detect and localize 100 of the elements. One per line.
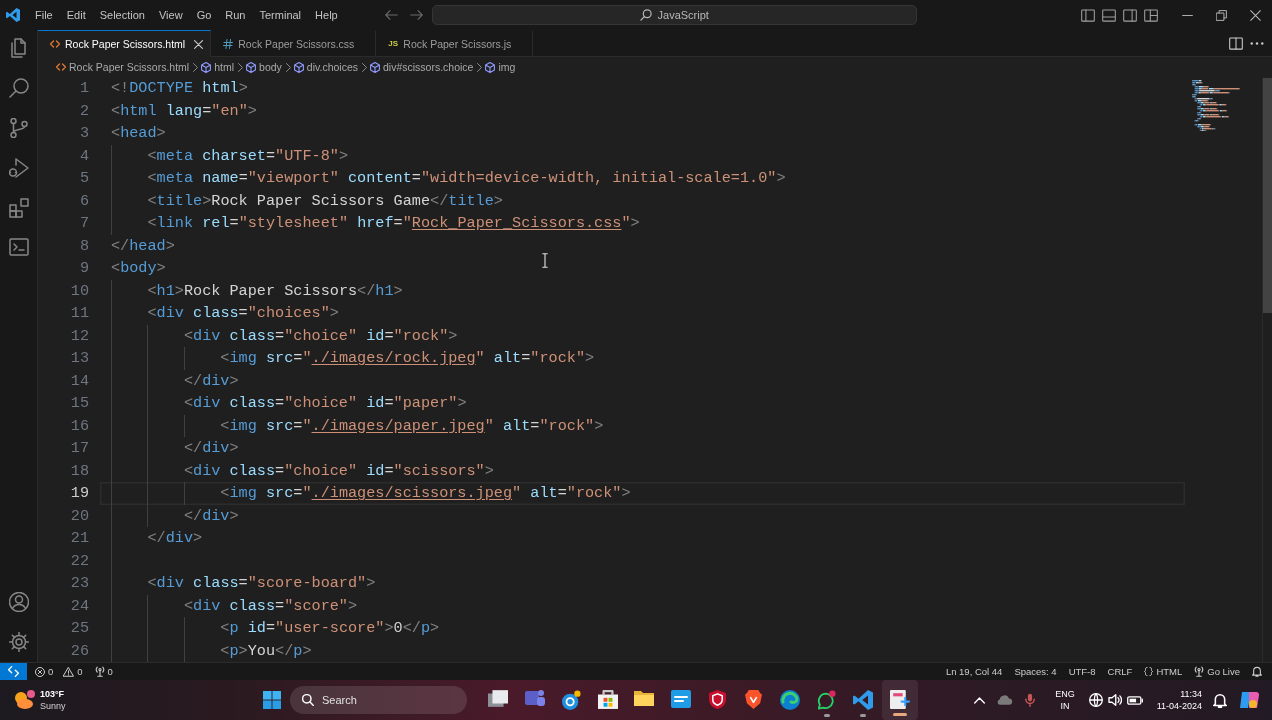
swirl-icon bbox=[780, 690, 801, 710]
command-center[interactable]: JavaScript bbox=[431, 5, 917, 25]
settings-icon[interactable] bbox=[8, 632, 29, 652]
breadcrumb-item[interactable]: img bbox=[485, 61, 516, 73]
menu-item[interactable]: File bbox=[28, 9, 60, 21]
code-line: <div class="choice" id="rock"> bbox=[183, 325, 458, 347]
line-number: 22 bbox=[69, 550, 89, 572]
cube-icon bbox=[201, 61, 212, 73]
breadcrumb-item[interactable]: html bbox=[201, 61, 235, 73]
keyboard-language[interactable]: ENG bbox=[1055, 688, 1075, 700]
ports-item[interactable]: 0 bbox=[88, 663, 119, 680]
account-icon[interactable] bbox=[8, 592, 29, 612]
menu-item[interactable]: Selection bbox=[92, 9, 152, 21]
layout-icon[interactable] bbox=[1144, 8, 1158, 22]
code-line: <meta name="viewport" content="width=device-width, initial-scale=1.0"> bbox=[147, 168, 786, 189]
chevron-right-icon bbox=[238, 62, 244, 72]
windows-stack-icon bbox=[488, 690, 509, 707]
editor-tab[interactable]: JS Rock Paper Scissors.js bbox=[376, 30, 534, 56]
line-number: 20 bbox=[69, 505, 89, 527]
app-logo-icon bbox=[6, 8, 20, 22]
source-control-icon[interactable] bbox=[9, 118, 28, 138]
line-number: 4 bbox=[78, 145, 89, 167]
line-number: 7 bbox=[78, 213, 89, 234]
scrollbar-thumb[interactable] bbox=[1263, 78, 1272, 313]
extensions-icon[interactable] bbox=[8, 198, 29, 218]
code-line: <head> bbox=[111, 123, 166, 144]
globe-icon[interactable] bbox=[1089, 693, 1103, 707]
indentation-setting[interactable]: Spaces: 4 bbox=[1008, 663, 1063, 680]
problems-item[interactable]: 0 0 bbox=[29, 663, 89, 680]
error-icon bbox=[35, 666, 45, 677]
sidebar-left-icon[interactable] bbox=[1081, 8, 1095, 22]
back-arrow-icon[interactable] bbox=[384, 10, 398, 20]
line-number: 3 bbox=[78, 123, 89, 144]
terminal-icon[interactable] bbox=[8, 238, 29, 256]
remote-button[interactable] bbox=[0, 663, 27, 680]
minimize-icon[interactable] bbox=[1181, 13, 1193, 17]
breadcrumb-item[interactable]: div.choices bbox=[293, 61, 358, 73]
assistant-logo-icon[interactable] bbox=[1240, 691, 1260, 709]
language-mode[interactable]: HTML bbox=[1138, 663, 1189, 680]
sidebar-right-icon[interactable] bbox=[1123, 8, 1137, 22]
running-indicator bbox=[823, 714, 830, 717]
more-icon[interactable] bbox=[1250, 41, 1264, 45]
line-number: 1 bbox=[78, 78, 89, 99]
sun-cloud-icon[interactable] bbox=[14, 690, 35, 710]
cursor-position[interactable]: Ln 19, Col 44 bbox=[939, 663, 1009, 680]
bell-icon[interactable] bbox=[1252, 666, 1262, 677]
angle-brackets-icon bbox=[56, 63, 66, 71]
chevron-right-icon bbox=[362, 62, 367, 72]
shield-icon bbox=[708, 690, 726, 709]
speaker-icon[interactable] bbox=[1108, 694, 1122, 706]
indent-guide bbox=[183, 617, 185, 662]
code-line: <p>You</p> bbox=[220, 640, 312, 662]
restore-icon[interactable] bbox=[1215, 9, 1227, 21]
chevron-up-icon[interactable] bbox=[973, 696, 985, 704]
close-icon[interactable] bbox=[1249, 9, 1261, 21]
close-icon[interactable] bbox=[193, 39, 203, 49]
keyboard-region[interactable]: IN bbox=[1060, 700, 1070, 712]
ring-icon bbox=[561, 690, 581, 710]
code-line: <div class="choices"> bbox=[147, 303, 339, 324]
menu-item[interactable]: Help bbox=[308, 9, 345, 21]
line-number: 19 bbox=[69, 483, 89, 504]
go-live-item[interactable]: Go Live bbox=[1188, 663, 1246, 680]
line-number: 26 bbox=[69, 640, 89, 662]
panel-bottom-icon[interactable] bbox=[1102, 8, 1116, 22]
menu-item[interactable]: Terminal bbox=[252, 9, 309, 21]
clock-date[interactable]: 11-04-2024 bbox=[1156, 700, 1202, 712]
cloud-icon[interactable] bbox=[995, 694, 1013, 706]
split-editor-icon[interactable] bbox=[1229, 36, 1243, 50]
encoding-setting[interactable]: UTF-8 bbox=[1062, 663, 1102, 680]
menu-item[interactable]: Edit bbox=[59, 9, 93, 21]
search-icon[interactable] bbox=[8, 78, 29, 98]
menu-item[interactable]: Run bbox=[218, 9, 253, 21]
antenna-icon bbox=[1194, 666, 1205, 677]
code-line: <html lang="en"> bbox=[111, 100, 257, 122]
menu-item[interactable]: View bbox=[151, 9, 190, 21]
chevron-right-icon bbox=[193, 62, 199, 72]
line-number: 14 bbox=[69, 370, 89, 392]
breadcrumb-item[interactable]: Rock Paper Scissors.html bbox=[56, 61, 190, 73]
taskbar-button[interactable] bbox=[881, 680, 918, 720]
microphone-icon[interactable] bbox=[1025, 693, 1035, 707]
breadcrumb-item[interactable]: body bbox=[246, 61, 282, 73]
minimap bbox=[1192, 80, 1241, 132]
forward-arrow-icon[interactable] bbox=[409, 10, 423, 20]
run-debug-icon[interactable] bbox=[8, 158, 29, 178]
code-line: </head> bbox=[111, 235, 175, 257]
menu-item[interactable]: Go bbox=[189, 9, 219, 21]
code-line: <link rel="stylesheet" href="Rock_Paper_Scissors.css"> bbox=[147, 213, 640, 234]
editor-tab[interactable]: Rock Paper Scissors.html bbox=[38, 30, 212, 57]
breadcrumb-item[interactable]: div#scissors.choice bbox=[370, 61, 474, 73]
battery-icon[interactable] bbox=[1127, 695, 1143, 705]
code-line: </div> bbox=[183, 505, 239, 527]
files-icon[interactable] bbox=[10, 38, 27, 58]
text-cursor-icon bbox=[542, 253, 548, 268]
line-ending-setting[interactable]: CRLF bbox=[1101, 663, 1139, 680]
remote-icon bbox=[8, 666, 19, 677]
code-line: <div class="score-board"> bbox=[147, 573, 376, 594]
clock-time[interactable]: 11:34 bbox=[1180, 688, 1202, 700]
code-line: </div> bbox=[183, 370, 239, 392]
start-icon[interactable] bbox=[263, 691, 281, 709]
editor-tab[interactable]: Rock Paper Scissors.css bbox=[211, 30, 377, 56]
